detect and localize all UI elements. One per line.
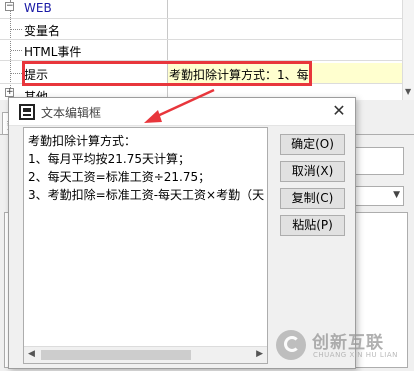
text-editor[interactable]: 考勤扣除计算方式： 1、每月平均按21.75天计算； 2、每天工资=标准工资÷2… [23, 127, 268, 364]
watermark-brand: 创新互联 [312, 333, 384, 353]
watermark-logo: 创新互联 CHUANG XIN HU LIAN [276, 324, 414, 368]
dialog-title: 文本编辑框 [41, 106, 102, 120]
grid-row-label: HTML事件 [24, 45, 82, 59]
editor-line: 1、每月平均按21.75天计算； [28, 152, 190, 166]
app-icon [19, 104, 35, 120]
watermark-sub: CHUANG XIN HU LIAN [313, 351, 398, 359]
ok-button[interactable]: 确定(O) [280, 134, 345, 155]
editor-line: 3、考勤扣除=标准工资-每天工资×考勤（天） [28, 188, 264, 202]
chevron-down-icon[interactable]: ▼ [393, 190, 400, 200]
expand-icon[interactable]: + [5, 88, 14, 97]
scrollbar-thumb[interactable] [41, 350, 191, 360]
grid-row-varname[interactable]: 变量名 [0, 19, 402, 40]
copy-button[interactable]: 复制(C) [280, 188, 345, 209]
scroll-down-icon[interactable]: ▼ [405, 87, 411, 96]
grid-scrollbar[interactable]: ▼ [402, 0, 414, 100]
brand-logo-icon [276, 330, 306, 360]
cancel-button[interactable]: 取消(X) [280, 161, 345, 182]
collapse-icon[interactable]: − [5, 2, 14, 11]
editor-horizontal-scrollbar[interactable]: ◀ ▶ [24, 346, 267, 363]
dialog-titlebar[interactable]: 文本编辑框 ✕ [9, 98, 355, 126]
editor-line: 考勤扣除计算方式： [28, 134, 137, 148]
paste-button[interactable]: 粘贴(P) [280, 215, 345, 236]
scroll-right-icon[interactable]: ▶ [256, 349, 263, 359]
grid-row-label: 变量名 [24, 24, 61, 38]
close-icon[interactable]: ✕ [323, 98, 355, 125]
highlight-box [22, 61, 312, 86]
grid-row-label: WEB [24, 1, 52, 15]
grid-row-html-event[interactable]: HTML事件 [0, 40, 402, 61]
grid-row-web[interactable]: − WEB [0, 0, 402, 19]
scroll-left-icon[interactable]: ◀ [28, 349, 35, 359]
editor-line: 2、每天工资=标准工资÷21.75； [28, 170, 211, 184]
